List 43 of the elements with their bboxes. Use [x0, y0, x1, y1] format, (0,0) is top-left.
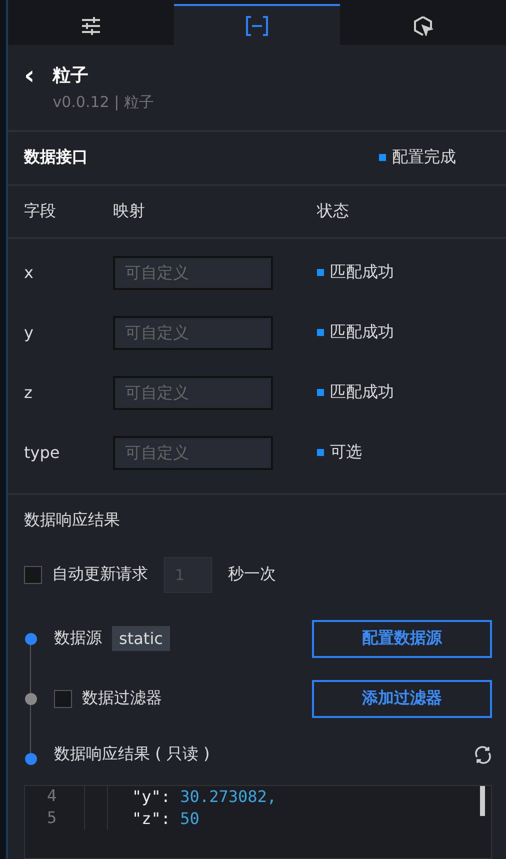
field-name: type — [24, 443, 61, 462]
json-value: 30.273082, — [180, 787, 276, 806]
status-text: 匹配成功 — [330, 382, 394, 404]
add-filter-button[interactable]: 添加过滤器 — [312, 680, 492, 718]
checkbox[interactable] — [24, 566, 42, 584]
mapping-field[interactable]: 可自定义 — [113, 316, 273, 350]
sliders-icon — [81, 16, 101, 35]
section-title: 数据接口 — [24, 147, 88, 168]
status-text: 匹配成功 — [330, 322, 394, 344]
configure-source-button[interactable]: 配置数据源 — [312, 620, 492, 658]
field-name: x — [24, 263, 34, 282]
section-title: 数据响应结果 — [24, 510, 120, 532]
component-title: 粒子 — [52, 64, 90, 88]
mapping-field[interactable]: 可自定义 — [113, 256, 273, 290]
column-header: 字段 — [24, 200, 57, 222]
source-tag: static — [112, 626, 170, 652]
field-name: y — [24, 323, 34, 342]
step-label: 数据响应结果 ( 只读 ) — [54, 744, 210, 766]
checkbox-label: 数据过滤器 — [82, 688, 162, 710]
version-text: v0.0.12 | 粒子 — [52, 93, 154, 112]
field-name: z — [24, 383, 34, 402]
unit-label: 秒一次 — [228, 564, 276, 586]
scrollbar[interactable] — [480, 786, 485, 816]
checkbox[interactable] — [54, 690, 72, 708]
tab[interactable] — [174, 4, 340, 46]
status-text: 配置完成 — [392, 147, 456, 168]
line-number: 5 — [25, 808, 85, 830]
step-label: 数据源 — [54, 628, 102, 650]
brackets-icon — [245, 16, 269, 36]
json-key: "z": — [132, 809, 171, 828]
hexagon-cursor-icon — [413, 16, 433, 36]
json-key: "y": — [132, 787, 171, 806]
back-button[interactable]: ‹ — [24, 63, 35, 90]
column-header: 状态 — [317, 200, 350, 222]
checkbox-label: 自动更新请求 — [52, 564, 148, 586]
status-text: 匹配成功 — [330, 262, 394, 284]
json-value: 50 — [180, 809, 200, 828]
mapping-field[interactable]: 可自定义 — [113, 376, 273, 410]
column-header: 映射 — [113, 200, 146, 222]
mapping-field[interactable]: 可自定义 — [113, 436, 273, 470]
line-number: 4 — [25, 786, 85, 808]
refresh-icon[interactable] — [474, 746, 492, 764]
status-text: 可选 — [330, 442, 362, 464]
